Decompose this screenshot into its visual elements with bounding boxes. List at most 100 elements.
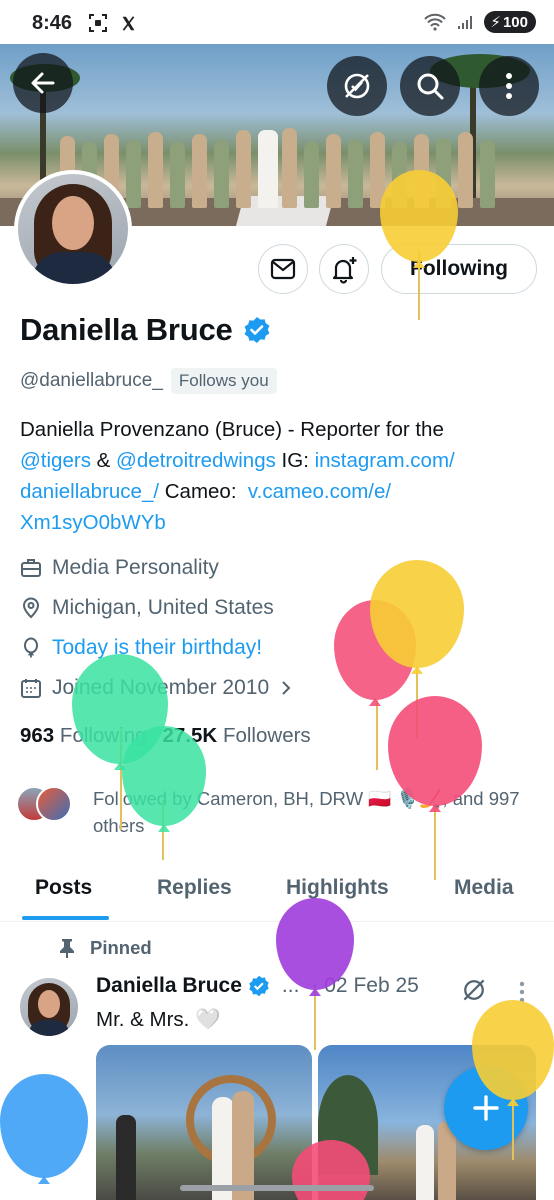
balloon-string [434,808,436,880]
banner-person [170,142,185,208]
profile-tabs: Posts Replies Highlights Media [0,862,554,922]
mail-icon [270,258,296,280]
mention-detroitredwings[interactable]: @detroitredwings [116,449,276,472]
avatar-outfit [32,252,116,284]
avatar-face [38,990,60,1018]
profile-name-row: Daniella Bruce [20,312,271,348]
search-icon [417,73,444,100]
verified-badge-icon [249,975,269,997]
bio-cameo-label: Cameo: [159,480,248,503]
banner-person [326,134,341,208]
banner-person [148,132,163,208]
tab-highlights[interactable]: Highlights [286,876,389,900]
grok-icon[interactable] [460,976,488,1004]
banner-person [348,140,363,208]
active-tab-indicator [22,916,109,920]
tweet-author-avatar[interactable] [20,978,78,1036]
profile-avatar[interactable] [14,170,132,288]
arrow-left-icon [31,72,55,94]
mention-tigers[interactable]: @tigers [20,449,91,472]
premium-button[interactable] [327,56,387,116]
message-button[interactable] [258,244,308,294]
chevron-right-icon [282,681,291,695]
more-button[interactable] [479,56,539,116]
verified-slash-icon [344,73,370,99]
cameo-link[interactable]: v.cameo.com/e/ [248,480,391,503]
back-button[interactable] [13,53,73,113]
cameo-link-cont[interactable]: Xm1syO0bWYb [20,511,166,534]
followers-word: Followers [222,724,311,747]
balloon-string [314,990,316,1050]
location-row: Michigan, United States [20,596,274,620]
status-right-icons: ⚡ 100 [424,11,536,33]
instagram-link[interactable]: instagram.com/ [315,449,455,472]
profile-category: Media Personality [52,556,219,579]
bio-text: Daniella Provenzano (Bruce) - Reporter f… [20,418,444,441]
banner-person [304,142,319,208]
signal-icon [458,16,473,29]
banner-bride [258,130,278,208]
status-notification-icons [88,13,137,33]
tweet-author-name[interactable]: Daniella Bruce [96,974,242,998]
pin-icon [60,939,74,958]
avatar-outfit [28,1020,70,1036]
tweet-header: Daniella Bruce ... · 02 Feb 25 [96,974,419,998]
location-pin-icon [22,597,40,619]
photographer-figure [116,1115,136,1200]
balloon-blue [0,1074,88,1178]
wifi-icon [424,13,447,31]
category-row: Media Personality [20,556,219,580]
calendar-icon [21,679,41,698]
bio-ig-label: IG: [275,449,315,472]
battery-level: 100 [502,13,528,31]
following-count: 963 [20,724,55,747]
bride-figure [416,1125,434,1200]
status-bar: 8:46 ⚡ 100 [0,0,554,44]
tweet-text: Mr. & Mrs. 🤍 [96,1008,221,1031]
birthday-link[interactable]: Today is their birthday! [52,636,262,660]
birthday-row: Today is their birthday! [20,636,262,660]
pinned-label-row: Pinned [58,937,152,959]
bio-ampersand: & [90,449,117,472]
tweet-media-image[interactable] [96,1045,312,1200]
search-button[interactable] [400,56,460,116]
tab-media[interactable]: Media [454,876,514,900]
user-handle: @daniellabruce_ [20,370,163,391]
battery-bolt-icon: ⚡ [490,14,501,31]
tab-replies[interactable]: Replies [157,876,232,900]
compose-plus-icon [473,1095,499,1121]
balloon-icon [24,637,38,658]
avatar [36,786,72,822]
battery-indicator: ⚡ 100 [484,11,536,33]
bell-plus-icon [332,257,357,284]
profile-bio: Daniella Provenzano (Bruce) - Reporter f… [20,414,540,538]
follows-you-badge: Follows you [170,368,277,394]
balloon-string [376,700,378,770]
home-gesture-bar[interactable] [180,1185,374,1191]
tab-posts[interactable]: Posts [35,876,92,900]
avatar-face [52,196,94,250]
verified-badge-icon[interactable] [243,316,271,344]
banner-groom [282,128,297,208]
groom-figure [232,1091,254,1200]
display-name: Daniella Bruce [20,312,233,347]
avatar-image [18,174,128,284]
x-logo-icon [122,15,135,31]
briefcase-icon [21,559,41,577]
banner-person [480,140,495,208]
balloon-yellow [472,1000,554,1100]
profile-location: Michigan, United States [52,596,274,619]
notifications-button[interactable] [319,244,369,294]
status-time: 8:46 [32,12,73,34]
screenshot-icon [89,14,107,32]
banner-person [236,130,251,208]
followers-you-know-avatars[interactable] [16,786,72,822]
balloon-string [512,1100,514,1160]
handle-row: @daniellabruce_ Follows you [20,368,277,394]
banner-person [214,140,229,208]
banner-person [192,134,207,208]
banner-person [458,132,473,208]
instagram-link-cont[interactable]: daniellabruce_/ [20,480,159,503]
banner-person [126,140,141,208]
more-vertical-icon [506,73,512,99]
